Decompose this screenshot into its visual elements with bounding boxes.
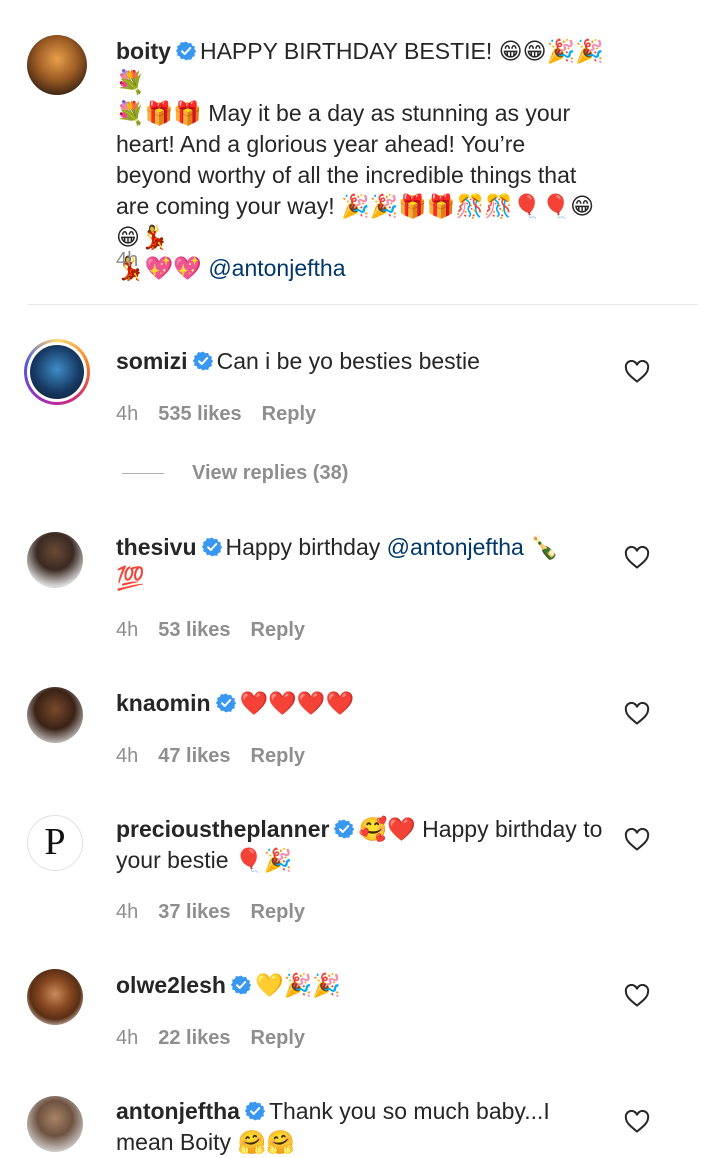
- comment-meta: 4h 53 likes Reply: [116, 619, 305, 642]
- avatar-precioustheplanner[interactable]: P: [27, 815, 83, 871]
- verified-badge-icon: [230, 975, 251, 995]
- avatar-boity[interactable]: [27, 35, 87, 95]
- comment-time: 4h: [116, 745, 139, 767]
- comment-username[interactable]: antonjeftha: [116, 1098, 240, 1124]
- verified-badge-icon: [192, 351, 213, 371]
- comment-body: 💛🎉🎉: [254, 972, 341, 998]
- comment-knaomin: knaomin ❤️❤️❤️❤️: [116, 688, 606, 719]
- verified-badge-icon: [334, 819, 355, 839]
- heart-outline-icon[interactable]: [624, 828, 650, 852]
- likes-count[interactable]: 22 likes: [158, 1027, 230, 1050]
- verified-badge-icon: [244, 1101, 265, 1121]
- avatar-olwe2lesh[interactable]: [27, 969, 83, 1025]
- comment-username[interactable]: knaomin: [116, 690, 211, 716]
- reply-button[interactable]: Reply: [251, 1027, 305, 1050]
- heart-outline-icon[interactable]: [624, 702, 650, 726]
- comment-username[interactable]: somizi: [116, 348, 188, 374]
- avatar-knaomin[interactable]: [27, 687, 83, 743]
- comment-time: 4h: [116, 901, 139, 923]
- likes-count[interactable]: 53 likes: [158, 619, 230, 642]
- avatar-thesivu[interactable]: [27, 532, 83, 588]
- comment-time: 4h: [116, 619, 139, 641]
- avatar-somizi[interactable]: [30, 345, 84, 399]
- comment-time: 4h: [116, 249, 139, 271]
- mention-link[interactable]: @antonjeftha: [208, 255, 345, 281]
- reply-button[interactable]: Reply: [262, 403, 316, 426]
- comment-body-tail: 🍾: [523, 534, 559, 560]
- comment-username[interactable]: thesivu: [116, 534, 197, 560]
- comment-username[interactable]: olwe2lesh: [116, 972, 226, 998]
- avatar-antonjeftha[interactable]: [27, 1096, 83, 1152]
- comment-meta: 4h 535 likes Reply: [116, 403, 316, 426]
- likes-count[interactable]: 535 likes: [158, 403, 241, 426]
- comment-username[interactable]: boity: [116, 38, 171, 64]
- comment-olwe2lesh: olwe2lesh 💛🎉🎉: [116, 970, 606, 1001]
- comment-somizi: somizi Can i be yo besties bestie: [116, 346, 606, 377]
- comment-body: HAPPY BIRTHDAY BESTIE! 😁😁🎉🎉💐 💐🎁🎁 May it …: [116, 38, 604, 281]
- comment-meta: 4h 22 likes Reply: [116, 1027, 305, 1050]
- verified-badge-icon: [215, 693, 236, 713]
- likes-count[interactable]: 37 likes: [158, 901, 230, 924]
- heart-outline-icon[interactable]: [624, 984, 650, 1008]
- comment-meta: 4h 47 likes Reply: [116, 745, 305, 768]
- comment-body: ❤️❤️❤️❤️: [239, 690, 355, 716]
- likes-count[interactable]: 47 likes: [158, 745, 230, 768]
- comment-precioustheplanner: precioustheplanner 🥰❤️ Happy birthday to …: [116, 814, 606, 876]
- heart-outline-icon[interactable]: [624, 360, 650, 384]
- view-replies-label: View replies (38): [192, 462, 349, 484]
- comment-meta: 4h: [116, 249, 138, 272]
- verified-badge-icon: [201, 537, 222, 557]
- comment-body: Can i be yo besties bestie: [216, 348, 480, 374]
- comment-body-line2: 💯: [116, 565, 145, 591]
- avatar-letter: P: [44, 821, 66, 863]
- comment-username[interactable]: precioustheplanner: [116, 816, 329, 842]
- comment-antonjeftha: antonjeftha Thank you so much baby...I me…: [116, 1096, 606, 1158]
- reply-button[interactable]: Reply: [251, 745, 305, 768]
- verified-badge-icon: [175, 41, 196, 61]
- reply-button[interactable]: Reply: [251, 901, 305, 924]
- comment-boity: boity HAPPY BIRTHDAY BESTIE! 😁😁🎉🎉💐 💐🎁🎁 Ma…: [116, 36, 606, 284]
- mention-link[interactable]: @antonjeftha: [387, 534, 524, 560]
- caption-divider: [28, 304, 698, 305]
- heart-outline-icon[interactable]: [624, 546, 650, 570]
- comment-body: Happy birthday: [225, 534, 387, 560]
- heart-outline-icon[interactable]: [624, 1110, 650, 1134]
- reply-button[interactable]: Reply: [251, 619, 305, 642]
- comment-thesivu: thesivu Happy birthday @antonjeftha 🍾 💯: [116, 532, 606, 594]
- comment-time: 4h: [116, 403, 139, 425]
- view-replies-button[interactable]: View replies (38): [122, 462, 348, 485]
- view-replies-line: [122, 473, 164, 474]
- comment-meta: 4h 37 likes Reply: [116, 901, 305, 924]
- comment-time: 4h: [116, 1027, 139, 1049]
